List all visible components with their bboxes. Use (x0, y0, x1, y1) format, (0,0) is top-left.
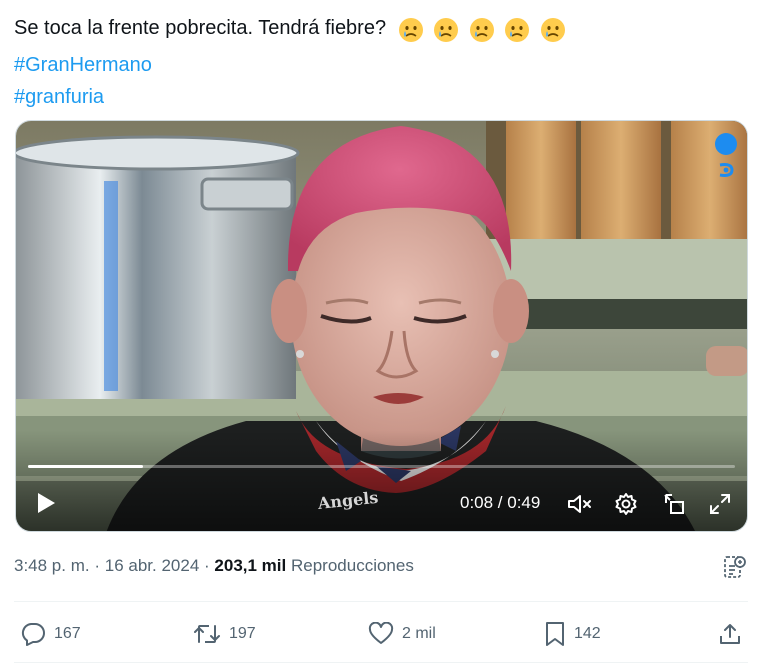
tweet-meta: 3:48 p. m. · 16 abr. 2024 · 203,1 mil Re… (14, 556, 414, 576)
picture-in-picture-button[interactable] (660, 490, 688, 518)
settings-button[interactable] (612, 490, 640, 518)
reply-count: 167 (54, 625, 81, 642)
action-bar: 167 197 2 mil 142 (0, 616, 767, 652)
channel-logo-dot (715, 133, 737, 155)
meta-separator: · (94, 556, 101, 575)
tweet-body: Se toca la frente pobrecita. Tendrá fieb… (14, 17, 387, 39)
gear-icon (615, 493, 637, 515)
analytics-icon (724, 556, 746, 578)
hashtag-link-granhermano[interactable]: #GranHermano (14, 49, 754, 81)
views-label: Reproducciones (290, 556, 414, 575)
bookmark-icon (546, 622, 564, 646)
tweet-line-1: Se toca la frente pobrecita. Tendrá fieb… (14, 12, 754, 49)
expand-icon (710, 494, 730, 514)
play-button[interactable] (32, 489, 60, 517)
bookmark-button[interactable]: 142 (544, 616, 601, 652)
video-progress-bar[interactable] (28, 465, 735, 468)
like-count: 2 mil (402, 625, 436, 642)
retweet-button[interactable]: 197 (193, 616, 256, 652)
crying-face-icon (398, 18, 423, 42)
video-time: 0:08 / 0:49 (460, 493, 541, 512)
video-frame: Angels (16, 121, 747, 531)
channel-logo-icon (719, 163, 734, 177)
analytics-button[interactable] (722, 554, 748, 580)
hashtag-link-granfuria[interactable]: #granfuria (14, 81, 754, 113)
tweet-date[interactable]: 16 abr. 2024 (105, 556, 200, 575)
fullscreen-button[interactable] (706, 490, 734, 518)
mute-button[interactable] (566, 491, 594, 517)
divider (14, 601, 748, 602)
crying-face-icon (505, 18, 530, 42)
meta-separator: · (204, 556, 210, 575)
tweet-text: Se toca la frente pobrecita. Tendrá fieb… (14, 12, 754, 113)
speaker-muted-icon (568, 495, 591, 513)
crying-face-icon (434, 18, 459, 42)
divider (14, 662, 748, 663)
share-button[interactable] (718, 616, 750, 652)
pip-icon (664, 494, 684, 514)
retweet-count: 197 (229, 625, 256, 642)
heart-icon (368, 622, 394, 644)
emoji-row (398, 17, 570, 49)
reply-button[interactable]: 167 (20, 616, 81, 652)
reply-icon (21, 623, 45, 646)
tweet-time[interactable]: 3:48 p. m. (14, 556, 90, 575)
views-count: 203,1 mil (214, 556, 287, 575)
share-icon (720, 624, 740, 644)
video-player[interactable]: Angels 0:08 / 0:49 (15, 120, 748, 532)
crying-face-icon (540, 18, 565, 42)
like-button[interactable]: 2 mil (368, 616, 436, 652)
video-progress-fill (28, 465, 144, 468)
crying-face-icon (469, 18, 494, 42)
bookmark-count: 142 (574, 625, 601, 642)
play-icon (38, 493, 55, 513)
retweet-icon (194, 625, 220, 643)
